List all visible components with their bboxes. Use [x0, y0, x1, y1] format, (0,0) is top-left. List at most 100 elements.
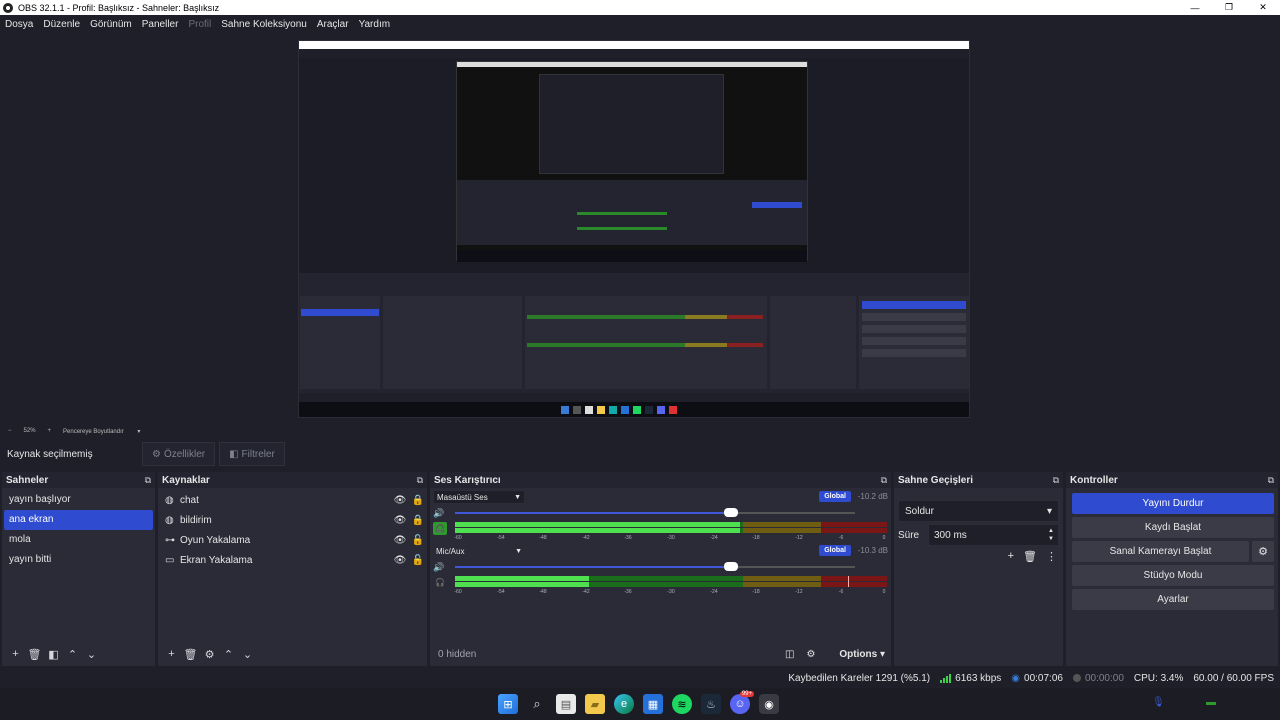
source-properties-button[interactable]: ⚙ — [200, 645, 219, 663]
sources-title: Kaynaklar — [162, 474, 210, 486]
controls-dock: Kontroller ⧉ Yayını Durdur Kaydı Başlat … — [1066, 472, 1278, 666]
lock-icon[interactable]: 🔒 — [409, 515, 427, 526]
volume-knob[interactable] — [724, 562, 738, 571]
advanced-audio-icon[interactable]: ⚙ — [806, 649, 815, 660]
duration-spinbox[interactable]: 300 ms ▲ ▼ — [928, 524, 1059, 546]
visibility-eye-icon[interactable]: 👁 — [391, 555, 409, 566]
start-virtual-camera-button[interactable]: Sanal Kamerayı Başlat — [1072, 541, 1249, 562]
speaker-icon[interactable]: 🔊 — [433, 508, 449, 519]
volume-slider[interactable] — [455, 562, 855, 571]
spin-arrows-icon[interactable]: ▲ ▼ — [1048, 527, 1054, 543]
discord-icon[interactable]: ☺ 99+ — [730, 691, 754, 714]
move-up-button[interactable]: ⌃ — [63, 645, 82, 663]
obs-studio-icon[interactable]: ◉ — [759, 694, 779, 714]
volume-knob[interactable] — [724, 508, 738, 517]
volume-slider[interactable] — [455, 508, 855, 517]
menu-file[interactable]: Dosya — [5, 19, 33, 30]
scenes-dock: Sahneler ⧉ yayın başlıyor ana ekran mola… — [2, 472, 155, 666]
undock-icon[interactable]: ⧉ — [1053, 475, 1059, 486]
unlock-icon[interactable]: 🔓 — [409, 535, 427, 546]
controls-dock-header: Kontroller ⧉ — [1066, 472, 1278, 488]
close-button[interactable]: ✕ — [1246, 0, 1280, 15]
menu-scene-collection[interactable]: Sahne Koleksiyonu — [221, 19, 307, 30]
remove-scene-button[interactable]: 🗑 — [25, 645, 44, 663]
remove-transition-button[interactable]: 🗑 — [1023, 550, 1037, 563]
file-viewer-icon[interactable]: ▤ — [556, 694, 576, 714]
channel-name-dropdown[interactable]: Mic/Aux ▼ — [433, 544, 525, 558]
source-list: ◍ chat 👁 🔒 ◍ bildirim 👁 🔒 ⊶ Oyun Yakalam… — [158, 488, 427, 570]
undock-icon[interactable]: ⧉ — [417, 475, 423, 486]
fit-window-dropdown[interactable]: Pencereye Boyutlandır ▾ — [63, 428, 140, 435]
move-down-button[interactable]: ⌄ — [238, 645, 257, 663]
undock-icon[interactable]: ⧉ — [145, 475, 151, 486]
undock-icon[interactable]: ⧉ — [1268, 475, 1274, 486]
unlock-icon[interactable]: 🔓 — [409, 555, 427, 566]
options-dropdown[interactable]: Options ▾ — [827, 649, 885, 660]
menu-tools[interactable]: Araçlar — [317, 19, 349, 30]
layout-toggle-icon[interactable]: ◫ — [785, 649, 794, 660]
menu-edit[interactable]: Düzenle — [43, 19, 80, 30]
file-explorer-icon[interactable]: ▰ — [585, 694, 605, 714]
sources-toolbar: + 🗑 ⚙ ⌃ ⌄ — [158, 642, 427, 666]
filters-label: Filtreler — [241, 448, 275, 460]
windows-start-icon[interactable]: ⊞ — [498, 694, 518, 714]
move-down-button[interactable]: ⌄ — [82, 645, 101, 663]
add-scene-button[interactable]: + — [6, 645, 25, 663]
meter-tick-label: -54 — [497, 589, 505, 595]
headphones-icon[interactable]: 🎧 — [433, 522, 447, 535]
add-transition-button[interactable]: + — [1008, 550, 1014, 563]
spotify-icon[interactable]: ≋ — [672, 694, 692, 714]
source-item[interactable]: ⊶ Oyun Yakalama 👁 🔓 — [158, 530, 427, 550]
transition-select[interactable]: Soldur ▾ — [898, 500, 1059, 522]
zoom-in-button[interactable]: + — [48, 428, 52, 434]
scene-item[interactable]: mola — [4, 530, 153, 550]
search-icon[interactable]: ⌕ — [527, 694, 547, 714]
undock-icon[interactable]: ⧉ — [881, 475, 887, 486]
scene-item[interactable]: yayın bitti — [4, 550, 153, 570]
stop-streaming-button[interactable]: Yayını Durdur — [1072, 493, 1274, 514]
more-options-icon[interactable]: ⋮ — [1046, 550, 1057, 563]
filters-button[interactable]: ◧ Filtreler — [219, 442, 285, 466]
speaker-icon[interactable]: 🔊 — [433, 562, 449, 573]
edge-browser-icon[interactable]: e — [614, 694, 634, 714]
source-item[interactable]: ◍ chat 👁 🔒 — [158, 490, 427, 510]
settings-button[interactable]: Ayarlar — [1072, 589, 1274, 610]
menu-help[interactable]: Yardım — [359, 19, 391, 30]
source-item[interactable]: ▭ Ekran Yakalama 👁 🔓 — [158, 550, 427, 570]
visibility-eye-icon[interactable]: 👁 — [391, 515, 409, 526]
remove-source-button[interactable]: 🗑 — [181, 645, 200, 663]
microphone-icon[interactable]: 🎙 — [1152, 697, 1165, 708]
scene-item-active[interactable]: ana ekran — [4, 510, 153, 530]
source-item[interactable]: ◍ bildirim 👁 🔒 — [158, 510, 427, 530]
menu-profile[interactable]: Profil — [188, 19, 211, 30]
headphones-off-icon[interactable]: 🎧 — [433, 576, 447, 589]
zoom-out-button[interactable]: − — [8, 428, 12, 434]
microsoft-store-icon[interactable]: ▦ — [643, 694, 663, 714]
tray-app-icon[interactable]: ▬ — [1206, 697, 1216, 708]
studio-mode-button[interactable]: Stüdyo Modu — [1072, 565, 1274, 586]
menu-view[interactable]: Görünüm — [90, 19, 132, 30]
gear-icon[interactable]: ⚙ — [1252, 541, 1274, 562]
channel-name-dropdown[interactable]: Masaüstü Ses ▼ — [433, 490, 525, 504]
preview-canvas[interactable] — [298, 40, 970, 418]
add-source-button[interactable]: + — [162, 645, 181, 663]
transitions-dock: Sahne Geçişleri ⧉ Soldur ▾ Süre 300 ms ▲… — [894, 472, 1063, 666]
context-bar: Kaynak seçilmemiş ⚙ Özellikler ◧ Filtrel… — [0, 440, 1280, 468]
lock-icon[interactable]: 🔒 — [409, 495, 427, 506]
scene-list: yayın başlıyor ana ekran mola yayın bitt… — [2, 488, 155, 570]
maximize-button[interactable]: ❐ — [1212, 0, 1246, 15]
visibility-eye-icon[interactable]: 👁 — [391, 495, 409, 506]
move-up-button[interactable]: ⌃ — [219, 645, 238, 663]
meter-tick-label: 0 — [882, 589, 886, 595]
scene-item[interactable]: yayın başlıyor — [4, 490, 153, 510]
scene-filters-button[interactable]: ◧ — [44, 645, 63, 663]
minimize-button[interactable]: — — [1178, 0, 1212, 15]
steam-icon[interactable]: ♨ — [701, 694, 721, 714]
meter-zone — [821, 528, 887, 533]
visibility-eye-icon[interactable]: 👁 — [391, 535, 409, 546]
properties-button[interactable]: ⚙ Özellikler — [142, 442, 216, 466]
preview-area[interactable] — [0, 33, 1280, 423]
menu-docks[interactable]: Paneller — [142, 19, 179, 30]
record-time: 00:00:00 — [1072, 673, 1124, 684]
start-recording-button[interactable]: Kaydı Başlat — [1072, 517, 1274, 538]
